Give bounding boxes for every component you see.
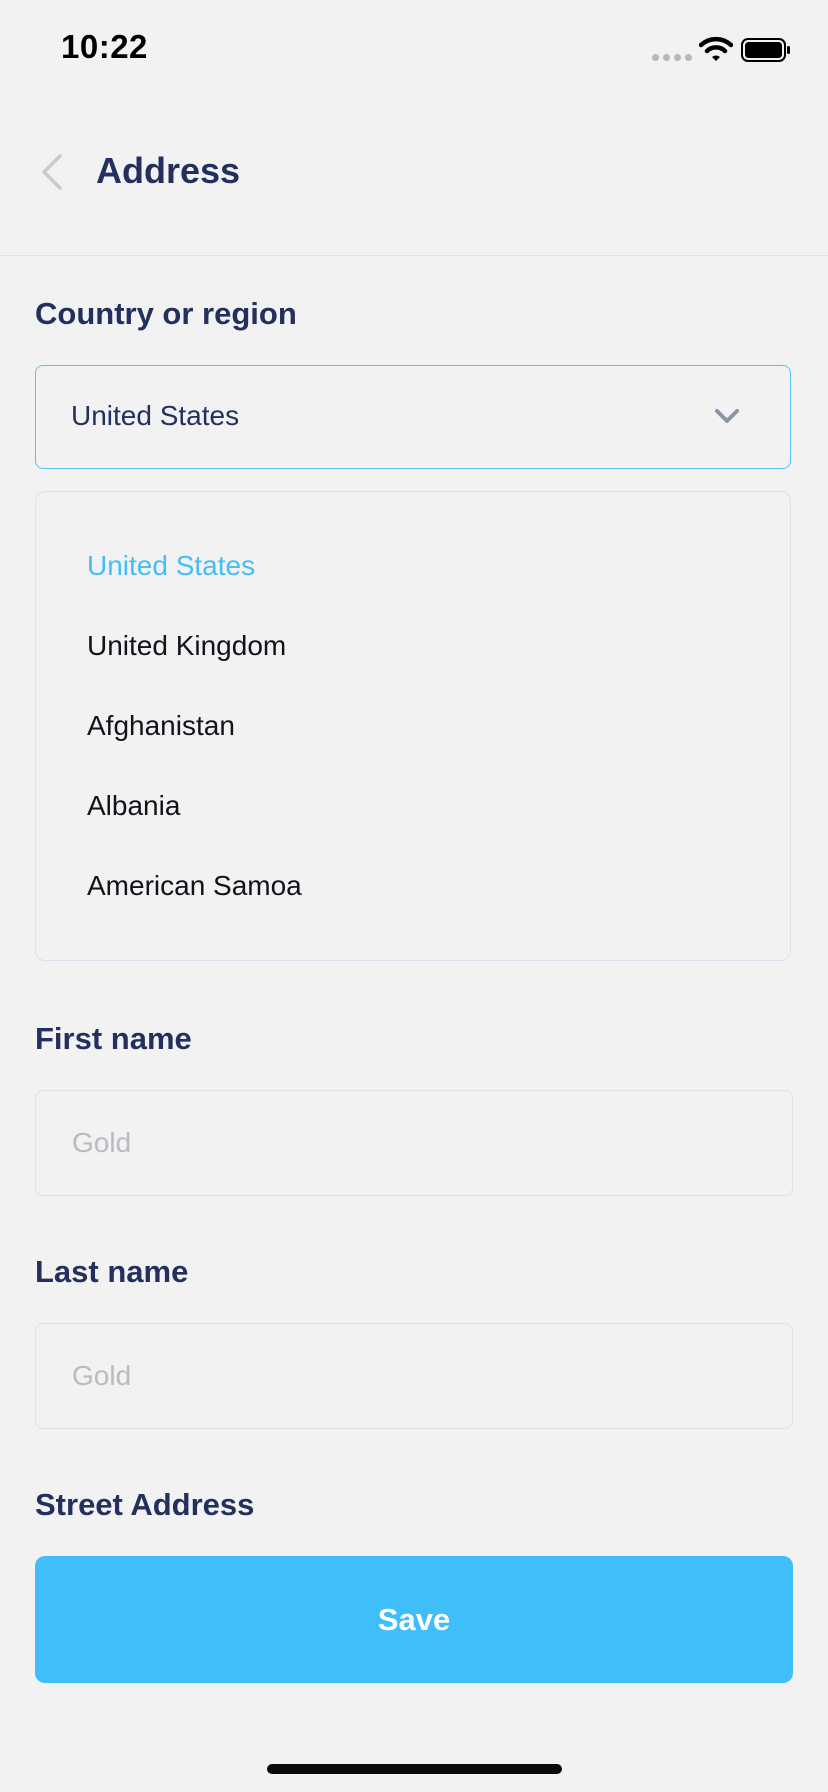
header-divider — [0, 255, 828, 256]
chevron-down-icon — [715, 409, 739, 423]
wifi-icon — [699, 36, 733, 61]
country-option-afghanistan[interactable]: Afghanistan — [87, 710, 235, 742]
country-option-united-kingdom[interactable]: United Kingdom — [87, 630, 286, 662]
home-indicator — [267, 1764, 562, 1774]
country-option-united-states[interactable]: United States — [87, 550, 255, 582]
first-name-field[interactable] — [35, 1090, 793, 1196]
first-name-label: First name — [35, 1021, 192, 1056]
country-option-american-samoa[interactable]: American Samoa — [87, 870, 302, 902]
save-button[interactable]: Save — [35, 1556, 793, 1683]
last-name-label: Last name — [35, 1254, 189, 1289]
country-dropdown-list: United States United Kingdom Afghanistan… — [35, 491, 791, 961]
page-title: Address — [96, 150, 241, 191]
country-select-value: United States — [71, 400, 240, 431]
chevron-left-icon — [42, 154, 62, 190]
street-address-label: Street Address — [35, 1487, 255, 1522]
back-button[interactable] — [32, 148, 76, 196]
country-option-albania[interactable]: Albania — [87, 790, 180, 822]
cellular-signal-icon — [652, 54, 692, 61]
country-select[interactable]: United States — [35, 365, 791, 469]
last-name-field[interactable] — [35, 1323, 793, 1429]
battery-icon — [741, 38, 790, 62]
status-time: 10:22 — [61, 28, 148, 65]
country-label: Country or region — [35, 296, 297, 331]
